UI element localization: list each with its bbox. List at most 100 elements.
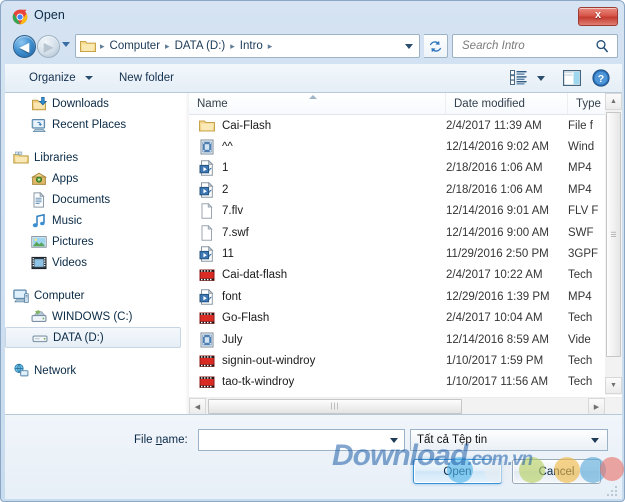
- table-row[interactable]: font12/29/2016 1:39 PMMP4: [189, 286, 622, 307]
- sidebar-item-windows-c[interactable]: WINDOWS (C:): [5, 306, 185, 327]
- close-button[interactable]: x: [578, 7, 618, 26]
- new-folder-button[interactable]: New folder: [113, 70, 180, 86]
- sidebar-item-pictures[interactable]: Pictures: [5, 231, 185, 252]
- navigation-pane-spacer: [5, 348, 185, 360]
- search-input[interactable]: [460, 39, 588, 53]
- file-list-horizontal-scrollbar[interactable]: ◀ ||| ▶: [189, 397, 622, 415]
- table-row[interactable]: July12/14/2016 8:59 AMVide: [189, 329, 622, 350]
- table-row[interactable]: 1111/29/2016 2:50 PM3GPF: [189, 243, 622, 264]
- navigation-pane-list: DownloadsRecent Places LibrariesAppsDocum…: [5, 93, 185, 381]
- breadcrumb-item-computer[interactable]: Computer: [107, 38, 164, 54]
- sort-ascending-icon: [309, 95, 317, 99]
- column-header-date-label: Date modified: [454, 98, 525, 110]
- preview-pane-button[interactable]: [563, 70, 581, 91]
- file-name-input[interactable]: [203, 433, 385, 447]
- sidebar-item-documents[interactable]: Documents: [5, 189, 185, 210]
- sidebar-item-computer[interactable]: Computer: [5, 285, 185, 306]
- file-scroll-left-button[interactable]: ◀: [189, 398, 206, 415]
- open-file-dialog: Open x ◀ ▶ ▸ Computer ▸ DATA (D:) ▸ Int: [0, 0, 625, 502]
- column-header-date-modified[interactable]: Date modified: [446, 93, 568, 114]
- sidebar-item-apps[interactable]: Apps: [5, 168, 185, 189]
- breadcrumb-separator[interactable]: ▸: [163, 41, 172, 52]
- sidebar-item-recent-places[interactable]: Recent Places: [5, 114, 185, 135]
- file-name-cell: font: [189, 289, 446, 305]
- table-row[interactable]: 22/18/2016 1:06 AMMP4: [189, 179, 622, 200]
- table-row[interactable]: tao-tk-windroy1/10/2017 11:56 AMTech: [189, 372, 622, 393]
- file-name-cell: July: [189, 332, 446, 348]
- svg-text:?: ?: [598, 73, 604, 85]
- file-scroll-right-button[interactable]: ▶: [588, 398, 605, 415]
- back-arrow-icon: ◀: [14, 36, 35, 57]
- file-scroll-up-button[interactable]: ▲: [605, 93, 622, 110]
- file-scroll-down-button[interactable]: ▼: [605, 377, 622, 394]
- breadcrumb-separator[interactable]: ▸: [98, 41, 107, 52]
- file-date-cell: 11/29/2016 2:50 PM: [446, 248, 568, 260]
- sidebar-item-label: Computer: [34, 290, 85, 302]
- breadcrumb-item-data-d[interactable]: DATA (D:): [172, 38, 229, 54]
- change-view-button[interactable]: [510, 70, 527, 90]
- network-icon: [13, 363, 29, 379]
- table-row[interactable]: 12/18/2016 1:06 AMMP4: [189, 158, 622, 179]
- file-date-cell: 2/18/2016 1:06 AM: [446, 162, 568, 174]
- recent-pages-dropdown[interactable]: [62, 42, 70, 47]
- cancel-button-label: Cancel: [539, 466, 575, 478]
- table-row[interactable]: Cai-dat-flash2/4/2017 10:22 AMTech: [189, 265, 622, 286]
- film-strip-icon: [199, 353, 215, 369]
- file-name-label: 7.flv: [222, 205, 243, 217]
- blank-file-icon: [199, 225, 215, 241]
- open-button-label: Open: [443, 466, 471, 478]
- sidebar-item-libraries[interactable]: Libraries: [5, 147, 185, 168]
- sidebar-item-downloads[interactable]: Downloads: [5, 93, 185, 114]
- file-hscroll-thumb[interactable]: |||: [208, 399, 462, 414]
- file-scroll-thumb[interactable]: ☰: [606, 112, 621, 357]
- sidebar-item-videos[interactable]: Videos: [5, 252, 185, 273]
- file-type-select[interactable]: Tất cả Tệp tin: [410, 429, 608, 451]
- table-row[interactable]: Go-Flash2/4/2017 10:04 AMTech: [189, 308, 622, 329]
- cancel-button[interactable]: Cancel: [512, 459, 601, 484]
- table-row[interactable]: 7.swf12/14/2016 9:00 AMSWF: [189, 222, 622, 243]
- file-name-cell: 1: [189, 160, 446, 176]
- breadcrumb-bar[interactable]: ▸ Computer ▸ DATA (D:) ▸ Intro ▸: [75, 34, 420, 58]
- file-name-cell: 2: [189, 182, 446, 198]
- file-name-cell: Cai-dat-flash: [189, 267, 446, 283]
- back-button[interactable]: ◀: [13, 35, 36, 58]
- table-row[interactable]: signin-out-windroy1/10/2017 1:59 PMTech: [189, 350, 622, 371]
- film-strip-icon: [199, 374, 215, 390]
- file-name-history-dropdown-icon[interactable]: [390, 438, 398, 443]
- search-icon[interactable]: [595, 39, 609, 58]
- file-list-vertical-scrollbar[interactable]: ▲ ☰ ▼: [605, 93, 622, 395]
- pictures-icon: [31, 234, 47, 250]
- column-header-name[interactable]: Name: [189, 93, 446, 114]
- chevron-down-icon[interactable]: [405, 44, 413, 49]
- table-row[interactable]: ^^12/14/2016 9:02 AMWind: [189, 136, 622, 157]
- file-date-cell: 1/10/2017 1:59 PM: [446, 355, 568, 367]
- sidebar-item-label: Pictures: [52, 236, 94, 248]
- sidebar-item-network[interactable]: Network: [5, 360, 185, 381]
- chevron-down-icon: [591, 438, 599, 443]
- breadcrumb-separator[interactable]: ▸: [228, 41, 237, 52]
- table-row[interactable]: Cai-Flash2/4/2017 11:39 AMFile f: [189, 115, 622, 136]
- breadcrumb-item-intro[interactable]: Intro: [237, 38, 266, 54]
- help-button[interactable]: ?: [592, 69, 610, 92]
- chevron-down-icon[interactable]: [537, 76, 545, 81]
- table-row[interactable]: 7.flv12/14/2016 9:01 AMFLV F: [189, 201, 622, 222]
- sidebar-item-music[interactable]: Music: [5, 210, 185, 231]
- forward-button[interactable]: ▶: [37, 35, 60, 58]
- breadcrumb-separator[interactable]: ▸: [266, 41, 275, 52]
- music-icon: [31, 213, 47, 229]
- file-date-cell: 2/4/2017 10:22 AM: [446, 269, 568, 281]
- list-view-icon: [510, 70, 527, 85]
- organize-button[interactable]: Organize: [23, 70, 99, 86]
- organize-label: Organize: [29, 72, 76, 84]
- search-box[interactable]: [452, 34, 618, 58]
- file-date-cell: 12/29/2016 1:39 PM: [446, 291, 568, 303]
- chrome-logo-icon: [12, 9, 28, 25]
- file-name-field[interactable]: [198, 429, 405, 451]
- refresh-button[interactable]: [424, 34, 448, 58]
- file-date-cell: 2/4/2017 10:04 AM: [446, 312, 568, 324]
- open-button[interactable]: Open: [413, 459, 502, 484]
- file-name-cell: Go-Flash: [189, 310, 446, 326]
- refresh-icon: [428, 39, 443, 54]
- sidebar-item-data-d[interactable]: DATA (D:): [5, 327, 181, 348]
- resize-grip-icon[interactable]: [606, 485, 618, 497]
